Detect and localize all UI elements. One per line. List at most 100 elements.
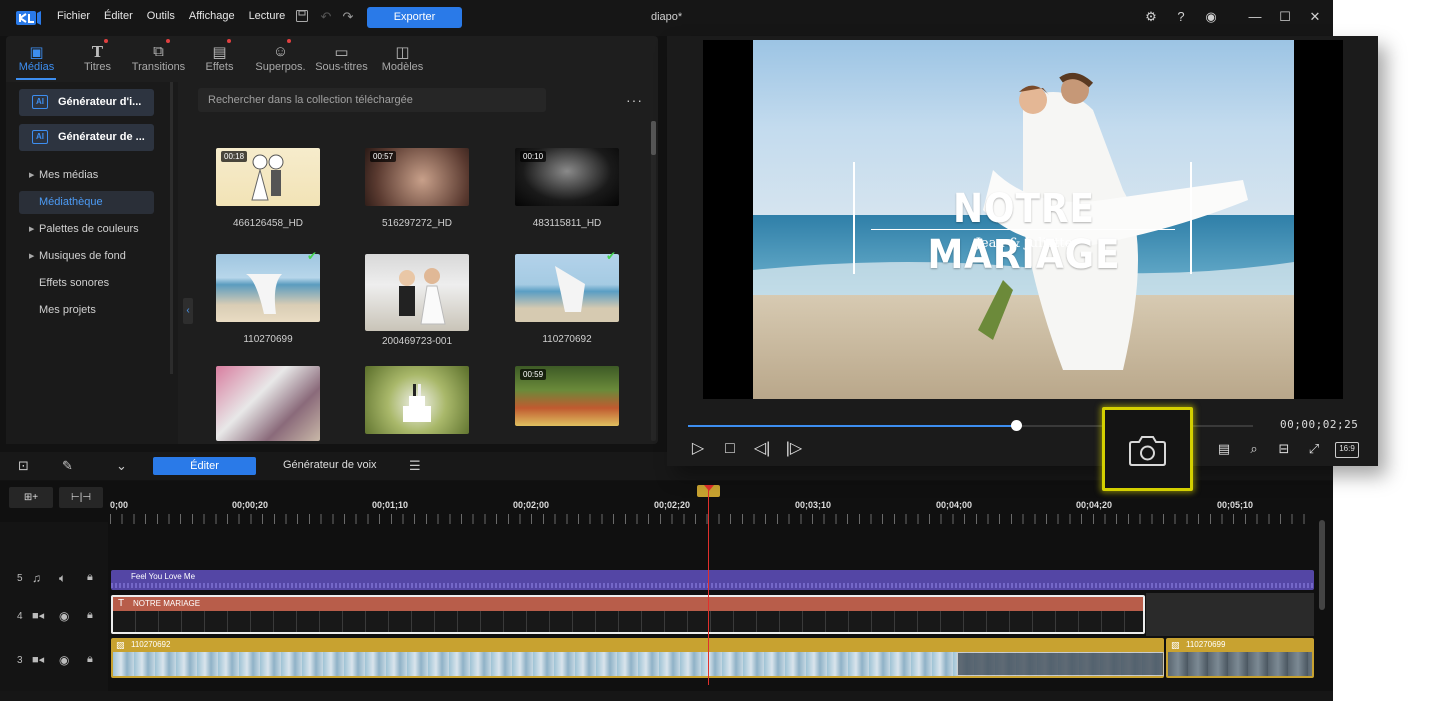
save-icon[interactable] — [294, 9, 310, 25]
tab-modeles[interactable]: ◫ Modèles — [372, 36, 433, 81]
settings-gear-icon[interactable]: ⚙ — [1143, 9, 1159, 25]
library-tabs: ▣ Médias T Titres ⧉ Transitions ▤ Effets… — [6, 36, 658, 81]
play-icon[interactable]: ▷ — [689, 440, 707, 458]
active-tab-indicator — [16, 78, 56, 80]
video-clip-label: 110270699 — [1186, 640, 1226, 649]
sidebar-item-musiques[interactable]: ▶ Musiques de fond — [19, 245, 154, 268]
fit-to-window-button[interactable]: ⊢|⊣ — [59, 487, 103, 508]
camera-icon: ■◂ — [32, 610, 45, 622]
minimize-icon[interactable]: — — [1247, 9, 1263, 25]
audio-clip[interactable]: Feel You Love Me — [111, 570, 1314, 590]
track-header-5: 5 ♫ 🔈︎ 🔒︎ — [0, 570, 108, 610]
media-item[interactable]: ✔ 110270699 — [215, 250, 321, 345]
close-icon[interactable]: ✕ — [1307, 9, 1323, 25]
playhead-line[interactable] — [708, 488, 709, 685]
sidebar-item-palettes[interactable]: ▶ Palettes de couleurs — [19, 218, 154, 241]
media-item[interactable]: 00:10 483115811_HD — [514, 148, 620, 229]
preview-scrub-handle[interactable] — [1010, 420, 1022, 431]
tab-medias[interactable]: ▣ Médias — [6, 36, 67, 81]
tab-transitions[interactable]: ⧉ Transitions — [128, 36, 189, 81]
media-thumbnail: 00:57 — [365, 148, 469, 206]
menu-fichier[interactable]: Fichier — [57, 10, 90, 22]
video-player[interactable]: NOTRE MARIAGE Jean & Juliette — [703, 40, 1343, 399]
clip-list-icon[interactable]: ☰ — [409, 458, 421, 474]
eye-icon[interactable]: ◉ — [59, 653, 69, 667]
speaker-icon[interactable]: 🔈︎ — [59, 571, 66, 586]
ai-image-generator-button[interactable]: AI Générateur d'i... — [19, 89, 154, 116]
video-clip-label: 110270692 — [131, 640, 171, 649]
lock-icon[interactable]: 🔒︎ — [87, 609, 93, 622]
stop-icon[interactable]: □ — [721, 440, 739, 458]
zoom-fit-icon[interactable]: ⌕ — [1245, 440, 1263, 458]
fit-timeline-icon[interactable]: ⊡ — [18, 458, 29, 474]
video-clip[interactable]: ▨ 110270699 — [1166, 638, 1314, 678]
media-thumbnail: 00:10 — [515, 148, 619, 206]
maximize-icon[interactable]: ☐ — [1277, 9, 1293, 25]
menu-affichage[interactable]: Affichage — [189, 10, 235, 22]
snapshot-button[interactable] — [1102, 407, 1193, 491]
button-label: Générateur de ... — [58, 131, 145, 143]
timeline-scrollbar[interactable] — [1319, 520, 1325, 610]
add-track-button[interactable]: ⊞+ — [9, 487, 53, 508]
media-name: 483115811_HD — [532, 218, 602, 229]
media-item[interactable]: 00:18 466126458_HD — [215, 148, 321, 229]
account-icon[interactable]: ◉ — [1203, 9, 1219, 25]
tab-label: Transitions — [131, 61, 186, 73]
tab-titres[interactable]: T Titres — [67, 36, 128, 81]
sidebar-item-mes-projets[interactable]: Mes projets — [19, 299, 154, 322]
dropdown-circle-icon[interactable]: ⌄ — [116, 458, 127, 474]
media-item[interactable] — [364, 366, 470, 444]
effects-icon: ▤ — [212, 44, 227, 61]
overlays-icon: ☺ — [272, 43, 289, 60]
track-4-empty — [1146, 593, 1314, 636]
video-clip-frames — [1168, 652, 1312, 676]
menu-lecture[interactable]: Lecture — [249, 10, 286, 22]
music-note-icon: ♫ — [32, 571, 41, 585]
media-item[interactable]: 00:59 — [514, 366, 620, 438]
tab-label: Sous-titres — [315, 61, 368, 73]
export-button[interactable]: Exporter — [367, 7, 462, 28]
tab-sous-titres[interactable]: ▭ Sous-titres — [311, 36, 372, 81]
media-item[interactable]: ✔ 110270692 — [514, 250, 620, 345]
previous-frame-icon[interactable]: ◁| — [753, 440, 771, 458]
media-item[interactable]: 00:57 516297272_HD — [364, 148, 470, 229]
media-item[interactable]: 200469723-001 — [364, 254, 470, 347]
menu-outils[interactable]: Outils — [147, 10, 175, 22]
audio-clip-label: Feel You Love Me — [131, 572, 196, 581]
ai-generator-button[interactable]: AI Générateur de ... — [19, 124, 154, 151]
next-frame-icon[interactable]: |▷ — [785, 440, 803, 458]
sidebar-item-mes-medias[interactable]: ▶ Mes médias — [19, 164, 154, 187]
lock-icon[interactable]: 🔒︎ — [87, 653, 93, 666]
fullscreen-icon[interactable]: ⤢ — [1305, 440, 1323, 458]
subtitle-toggle-icon[interactable]: ▤ — [1215, 440, 1233, 458]
eye-icon[interactable]: ◉ — [59, 609, 69, 623]
sidebar-item-label: Mes médias — [39, 169, 99, 181]
voice-generator-tab[interactable]: Générateur de voix — [283, 459, 377, 471]
aspect-ratio-badge[interactable]: 16:9 — [1335, 442, 1359, 458]
ruler-label: 00;04;20 — [1076, 500, 1113, 510]
tab-effets[interactable]: ▤ Effets — [189, 36, 250, 81]
duration-badge: 00:18 — [221, 151, 248, 162]
checkmark-icon: ✔ — [606, 249, 617, 263]
undo-icon[interactable]: ↶ — [318, 9, 334, 25]
lock-icon[interactable]: 🔒︎ — [87, 571, 93, 584]
sidebar-item-effets-sonores[interactable]: Effets sonores — [19, 272, 154, 295]
ruler-label: 00;03;10 — [795, 500, 832, 510]
ruler-label: 0;00 — [110, 500, 129, 510]
redo-icon[interactable]: ↷ — [340, 9, 356, 25]
title-clip[interactable]: T NOTRE MARIAGE — [111, 595, 1145, 634]
layout-icon[interactable]: ⊟ — [1275, 440, 1293, 458]
help-icon[interactable]: ? — [1173, 9, 1189, 25]
sidebar-item-mediatheque[interactable]: Médiathèque — [19, 191, 154, 214]
timeline-zoom-bar[interactable] — [0, 691, 1333, 701]
search-input[interactable]: Rechercher dans la collection téléchargé… — [198, 88, 546, 112]
more-options-icon[interactable]: ··· — [626, 92, 643, 108]
edit-tab-button[interactable]: Éditer — [153, 457, 256, 475]
sidebar-scrollbar[interactable] — [170, 82, 173, 374]
media-item[interactable] — [215, 366, 321, 444]
menu-editer[interactable]: Éditer — [104, 10, 133, 22]
pen-tool-icon[interactable]: ✎ — [62, 458, 73, 474]
media-grid-scrollbar[interactable] — [651, 121, 656, 441]
track-headers: 5 ♫ 🔈︎ 🔒︎ 4 ■◂ ◉ 🔒︎ 3 ■◂ ◉ 🔒︎ — [0, 522, 108, 701]
tab-superpos[interactable]: ☺ Superpos. — [250, 36, 311, 81]
